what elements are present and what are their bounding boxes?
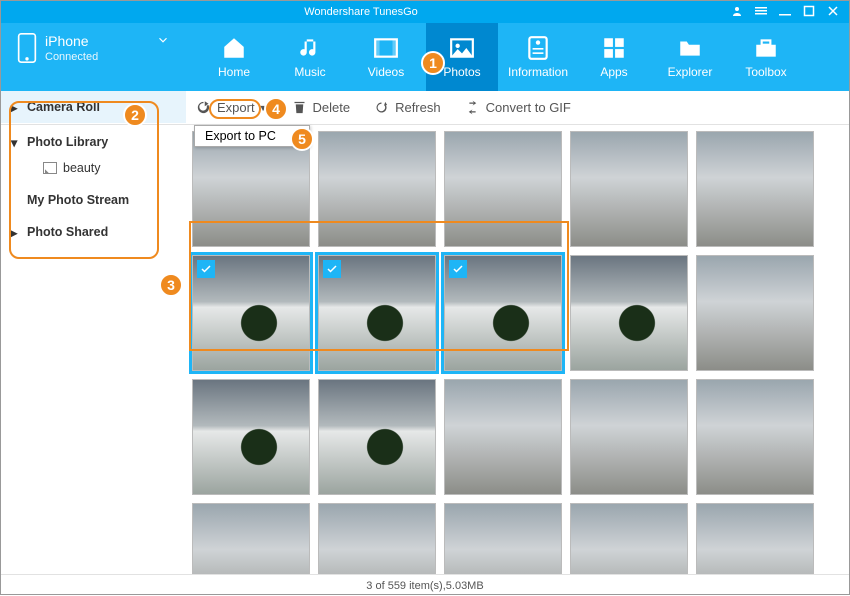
photo-thumbnail[interactable] bbox=[192, 379, 310, 495]
explorer-icon bbox=[676, 35, 704, 61]
phone-icon bbox=[17, 33, 37, 63]
export-button[interactable]: Export ▼ bbox=[196, 100, 268, 115]
sidebar: ▸ Camera Roll ▾ Photo Library beauty My … bbox=[1, 125, 186, 574]
photo-grid bbox=[186, 125, 849, 574]
tab-toolbox[interactable]: Toolbox bbox=[730, 23, 802, 91]
photo-thumbnail[interactable] bbox=[318, 131, 436, 247]
photo-thumbnail[interactable] bbox=[696, 131, 814, 247]
app-title: Wondershare TunesGo bbox=[1, 6, 721, 18]
callout-badge: 1 bbox=[421, 51, 445, 75]
convert-icon bbox=[465, 100, 480, 115]
photo-thumbnail[interactable] bbox=[192, 131, 310, 247]
sidebar-item-photo-shared[interactable]: ▸ Photo Shared bbox=[1, 219, 186, 245]
status-bar: 3 of 559 item(s),5.03MB bbox=[1, 574, 849, 596]
user-icon[interactable] bbox=[731, 5, 743, 20]
tab-home[interactable]: Home bbox=[198, 23, 270, 91]
convert-gif-button[interactable]: Convert to GIF bbox=[465, 100, 571, 115]
photo-thumbnail[interactable] bbox=[570, 379, 688, 495]
content-area: ▸ Camera Roll ▾ Photo Library beauty My … bbox=[1, 125, 849, 574]
tab-information[interactable]: Information bbox=[502, 23, 574, 91]
close-icon[interactable] bbox=[827, 5, 839, 20]
tab-videos[interactable]: Videos bbox=[350, 23, 422, 91]
tab-videos-label: Videos bbox=[368, 65, 404, 79]
tab-photos-label: Photos bbox=[443, 65, 480, 79]
information-icon bbox=[524, 35, 552, 61]
home-icon bbox=[220, 35, 248, 61]
photo-thumbnail[interactable] bbox=[444, 131, 562, 247]
sidebar-item-camera-roll[interactable]: ▸ Camera Roll bbox=[1, 91, 186, 123]
photo-thumbnail[interactable] bbox=[444, 255, 562, 371]
device-status: Connected bbox=[45, 51, 98, 63]
maximize-icon[interactable] bbox=[803, 5, 815, 20]
tab-apps-label: Apps bbox=[600, 65, 627, 79]
title-bar: Wondershare TunesGo bbox=[1, 1, 849, 23]
album-icon bbox=[43, 162, 57, 174]
sidebar-item-photo-library[interactable]: ▾ Photo Library bbox=[1, 129, 186, 155]
callout-badge: 4 bbox=[264, 97, 288, 121]
checkmark-icon bbox=[197, 260, 215, 278]
photo-thumbnail[interactable] bbox=[570, 131, 688, 247]
photo-thumbnail[interactable] bbox=[318, 379, 436, 495]
photo-thumbnail[interactable] bbox=[696, 255, 814, 371]
checkmark-icon bbox=[323, 260, 341, 278]
photo-thumbnail[interactable] bbox=[696, 379, 814, 495]
export-label: Export bbox=[217, 100, 255, 115]
photo-thumbnail[interactable] bbox=[318, 503, 436, 574]
sidebar-item-label: Photo Shared bbox=[27, 225, 108, 239]
photos-icon bbox=[448, 35, 476, 61]
apps-icon bbox=[600, 35, 628, 61]
tab-explorer-label: Explorer bbox=[668, 65, 713, 79]
sidebar-item-beauty[interactable]: beauty bbox=[1, 155, 186, 181]
tab-toolbox-label: Toolbox bbox=[745, 65, 786, 79]
device-name: iPhone bbox=[45, 33, 98, 49]
photo-thumbnail[interactable] bbox=[444, 503, 562, 574]
chevron-down-icon bbox=[156, 33, 170, 47]
refresh-button[interactable]: Refresh bbox=[374, 100, 441, 115]
tab-apps[interactable]: Apps bbox=[578, 23, 650, 91]
sidebar-item-label: Camera Roll bbox=[27, 100, 100, 114]
photo-thumbnail[interactable] bbox=[570, 255, 688, 371]
dropdown-item-label: Export to PC bbox=[205, 129, 276, 143]
sidebar-item-label: My Photo Stream bbox=[27, 193, 129, 207]
delete-icon bbox=[292, 100, 307, 115]
minimize-icon[interactable] bbox=[779, 5, 791, 20]
convert-label: Convert to GIF bbox=[486, 100, 571, 115]
photo-thumbnail[interactable] bbox=[192, 503, 310, 574]
device-selector[interactable]: iPhone Connected bbox=[1, 23, 186, 91]
music-icon bbox=[296, 35, 324, 61]
sidebar-item-my-photo-stream[interactable]: My Photo Stream bbox=[1, 187, 186, 213]
refresh-label: Refresh bbox=[395, 100, 441, 115]
menu-icon[interactable] bbox=[755, 5, 767, 20]
photo-thumbnail[interactable] bbox=[570, 503, 688, 574]
tab-home-label: Home bbox=[218, 65, 250, 79]
toolbox-icon bbox=[752, 35, 780, 61]
photo-thumbnail[interactable] bbox=[318, 255, 436, 371]
tab-music[interactable]: Music bbox=[274, 23, 346, 91]
tab-explorer[interactable]: Explorer bbox=[654, 23, 726, 91]
checkmark-icon bbox=[449, 260, 467, 278]
export-icon bbox=[196, 100, 211, 115]
tab-music-label: Music bbox=[294, 65, 325, 79]
caret-right-icon: ▸ bbox=[11, 225, 17, 240]
callout-badge: 2 bbox=[123, 103, 147, 127]
photo-thumbnail[interactable] bbox=[444, 379, 562, 495]
delete-label: Delete bbox=[313, 100, 351, 115]
caret-down-icon: ▾ bbox=[11, 135, 17, 150]
tabstrip: Home Music Videos Photos Information App… bbox=[186, 23, 849, 91]
callout-badge: 5 bbox=[290, 127, 314, 151]
callout-badge: 3 bbox=[159, 273, 183, 297]
photo-thumbnail[interactable] bbox=[192, 255, 310, 371]
sidebar-item-label: beauty bbox=[63, 161, 101, 175]
videos-icon bbox=[372, 35, 400, 61]
delete-button[interactable]: Delete bbox=[292, 100, 351, 115]
refresh-icon bbox=[374, 100, 389, 115]
tab-information-label: Information bbox=[508, 65, 568, 79]
sidebar-item-label: Photo Library bbox=[27, 135, 108, 149]
status-text: 3 of 559 item(s),5.03MB bbox=[366, 580, 483, 592]
photo-thumbnail[interactable] bbox=[696, 503, 814, 574]
caret-right-icon: ▸ bbox=[11, 100, 17, 115]
